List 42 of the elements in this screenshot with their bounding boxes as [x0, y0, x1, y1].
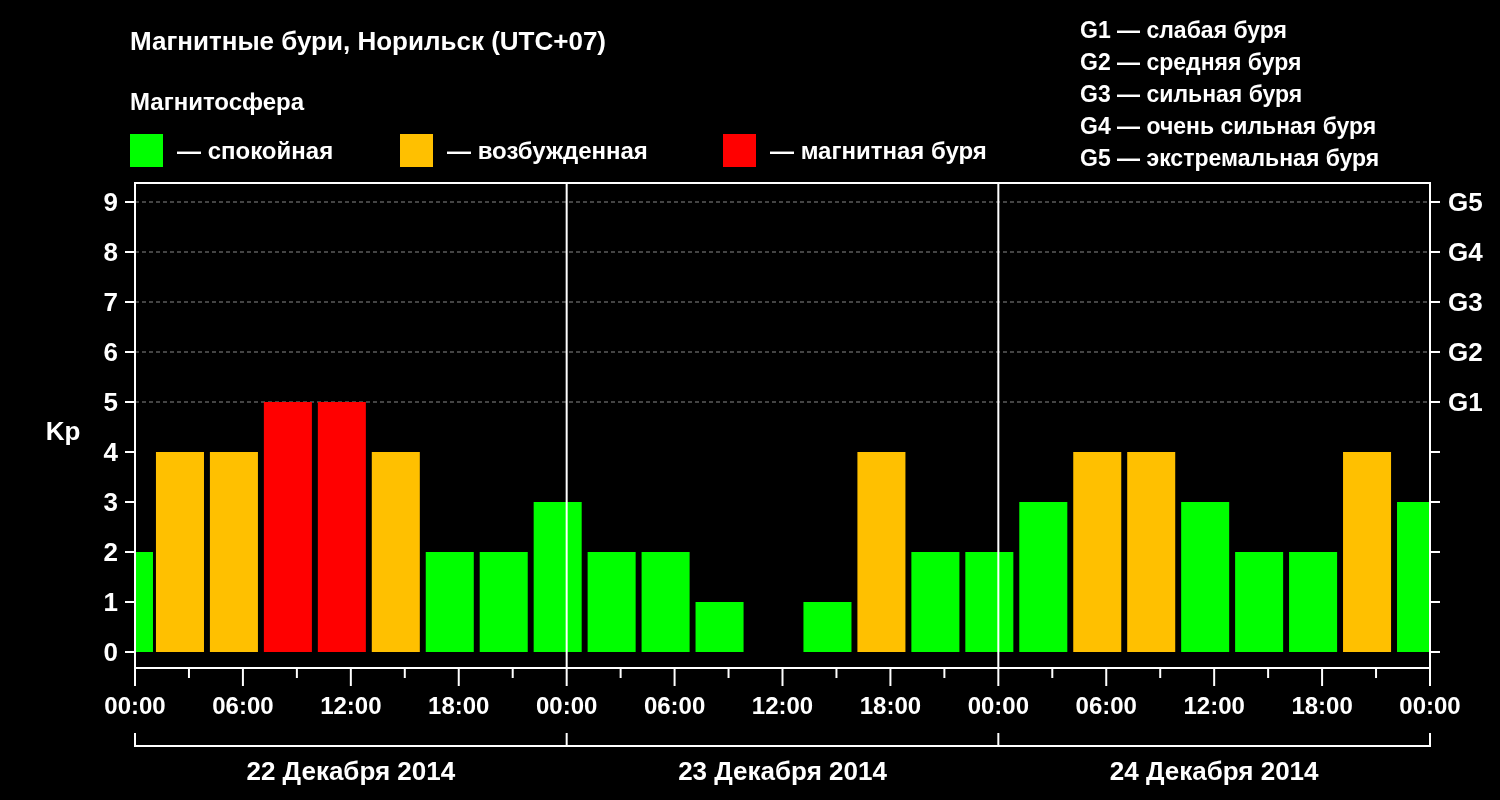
x-tick-label: 06:00 — [643, 692, 706, 719]
chart-title: Магнитные бури, Норильск (UTC+07) — [130, 26, 606, 56]
x-tick-label: 12:00 — [751, 692, 814, 719]
x-tick-label: 18:00 — [428, 692, 490, 719]
storm-scale-label: G5 — экстремальная буря — [1080, 145, 1380, 171]
storm-level-label: G1 — [1448, 387, 1483, 417]
y-tick-label: 5 — [103, 387, 118, 417]
storm-level-label: G3 — [1448, 287, 1483, 317]
legend-label: — магнитная буря — [770, 137, 987, 164]
y-tick-label: 8 — [103, 237, 118, 267]
legend-label: — спокойная — [177, 137, 334, 164]
y-axis-label: Kp — [45, 416, 81, 446]
storm-scale-label: G3 — сильная буря — [1080, 81, 1303, 107]
y-tick-label: 1 — [103, 587, 118, 617]
storm-level-label: G4 — [1448, 237, 1483, 267]
x-tick-label: 00:00 — [1399, 692, 1461, 719]
x-tick-label: 12:00 — [1183, 692, 1245, 719]
y-tick-label: 0 — [103, 637, 118, 667]
storm-scale-label: G4 — очень сильная буря — [1080, 113, 1377, 139]
storm-level-label: G2 — [1448, 337, 1483, 367]
storm-scale-label: G2 — средняя буря — [1080, 49, 1302, 75]
date-label: 24 Декабря 2014 — [1109, 756, 1319, 786]
storm-scale-label: G1 — слабая буря — [1080, 17, 1288, 43]
x-tick-label: 00:00 — [967, 692, 1030, 719]
x-tick-label: 18:00 — [1291, 692, 1353, 719]
x-tick-label: 06:00 — [212, 692, 274, 719]
x-tick-label: 00:00 — [535, 692, 598, 719]
y-tick-label: 3 — [103, 487, 118, 517]
y-tick-label: 4 — [103, 437, 118, 467]
y-tick-label: 9 — [103, 187, 118, 217]
y-tick-label: 7 — [103, 287, 118, 317]
date-label: 23 Декабря 2014 — [678, 756, 887, 786]
x-tick-label: 00:00 — [104, 692, 166, 719]
x-tick-label: 06:00 — [1075, 692, 1137, 719]
y-tick-label: 6 — [103, 337, 118, 367]
x-tick-label: 18:00 — [859, 692, 922, 719]
storm-level-label: G5 — [1448, 187, 1483, 217]
y-tick-label: 2 — [103, 537, 118, 567]
date-label: 22 Декабря 2014 — [246, 756, 456, 786]
legend-title: Магнитосфера — [130, 88, 305, 115]
legend-label: — возбужденная — [447, 137, 648, 164]
x-tick-label: 12:00 — [320, 692, 382, 719]
